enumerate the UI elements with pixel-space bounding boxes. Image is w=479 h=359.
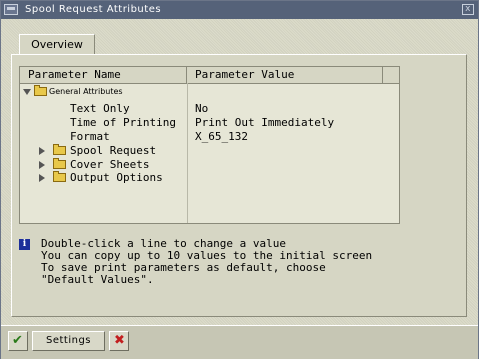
close-icon[interactable]: x <box>462 4 474 15</box>
checkmark-icon: ✔ <box>12 333 23 348</box>
column-header-parameter-value[interactable]: Parameter Value <box>187 67 383 83</box>
tree-node-label: Cover Sheets <box>70 158 150 171</box>
tab-overview[interactable]: Overview <box>19 34 95 54</box>
tree-node-cover-sheets[interactable]: Cover Sheets <box>20 158 399 171</box>
parameter-name: Time of Printing <box>70 116 176 129</box>
info-text: Double-click a line to change a value Yo… <box>41 238 372 286</box>
folder-icon <box>53 158 66 169</box>
tree-header: Parameter Name Parameter Value <box>20 67 399 84</box>
settings-button[interactable]: Settings <box>32 331 105 351</box>
folder-open-icon <box>34 85 47 96</box>
expand-right-icon[interactable] <box>39 174 45 182</box>
button-bar: ✔ Settings ✖ <box>1 325 478 359</box>
info-icon: i <box>19 239 30 250</box>
parameter-name: Text Only <box>70 102 130 115</box>
expand-right-icon[interactable] <box>39 147 45 155</box>
parameter-tree: Parameter Name Parameter Value General A… <box>19 66 400 224</box>
column-header-parameter-name[interactable]: Parameter Name <box>20 67 187 83</box>
window-menu-icon[interactable] <box>4 4 18 15</box>
tree-row-format[interactable]: Format X_65_132 <box>20 130 399 143</box>
cancel-x-icon: ✖ <box>114 333 125 348</box>
tree-node-label: General Attributes <box>49 87 123 96</box>
tree-node-spool-request[interactable]: Spool Request <box>20 144 399 157</box>
parameter-value: No <box>195 102 209 115</box>
dialog-window: Spool Request Attributes x Overview Para… <box>0 0 479 359</box>
tree-row-text-only[interactable]: Text Only No <box>20 102 399 115</box>
folder-icon <box>53 144 66 155</box>
window-title: Spool Request Attributes <box>25 4 162 15</box>
parameter-value: X_65_132 <box>195 130 248 143</box>
parameter-value: Print Out Immediately <box>195 116 335 129</box>
expand-right-icon[interactable] <box>39 161 45 169</box>
tree-node-label: Spool Request <box>70 144 157 157</box>
expand-down-icon[interactable] <box>23 89 31 95</box>
ok-button[interactable]: ✔ <box>8 331 28 351</box>
tree-node-label: Output Options <box>70 171 163 184</box>
tree-row-time-of-printing[interactable]: Time of Printing Print Out Immediately <box>20 116 399 129</box>
tree-node-general-attributes[interactable]: General Attributes <box>20 85 399 98</box>
tree-node-output-options[interactable]: Output Options <box>20 171 399 184</box>
info-line: "Default Values". <box>41 273 154 286</box>
cancel-button[interactable]: ✖ <box>109 331 129 351</box>
parameter-name: Format <box>70 130 110 143</box>
folder-icon <box>53 171 66 182</box>
title-bar[interactable]: Spool Request Attributes x <box>1 1 478 19</box>
